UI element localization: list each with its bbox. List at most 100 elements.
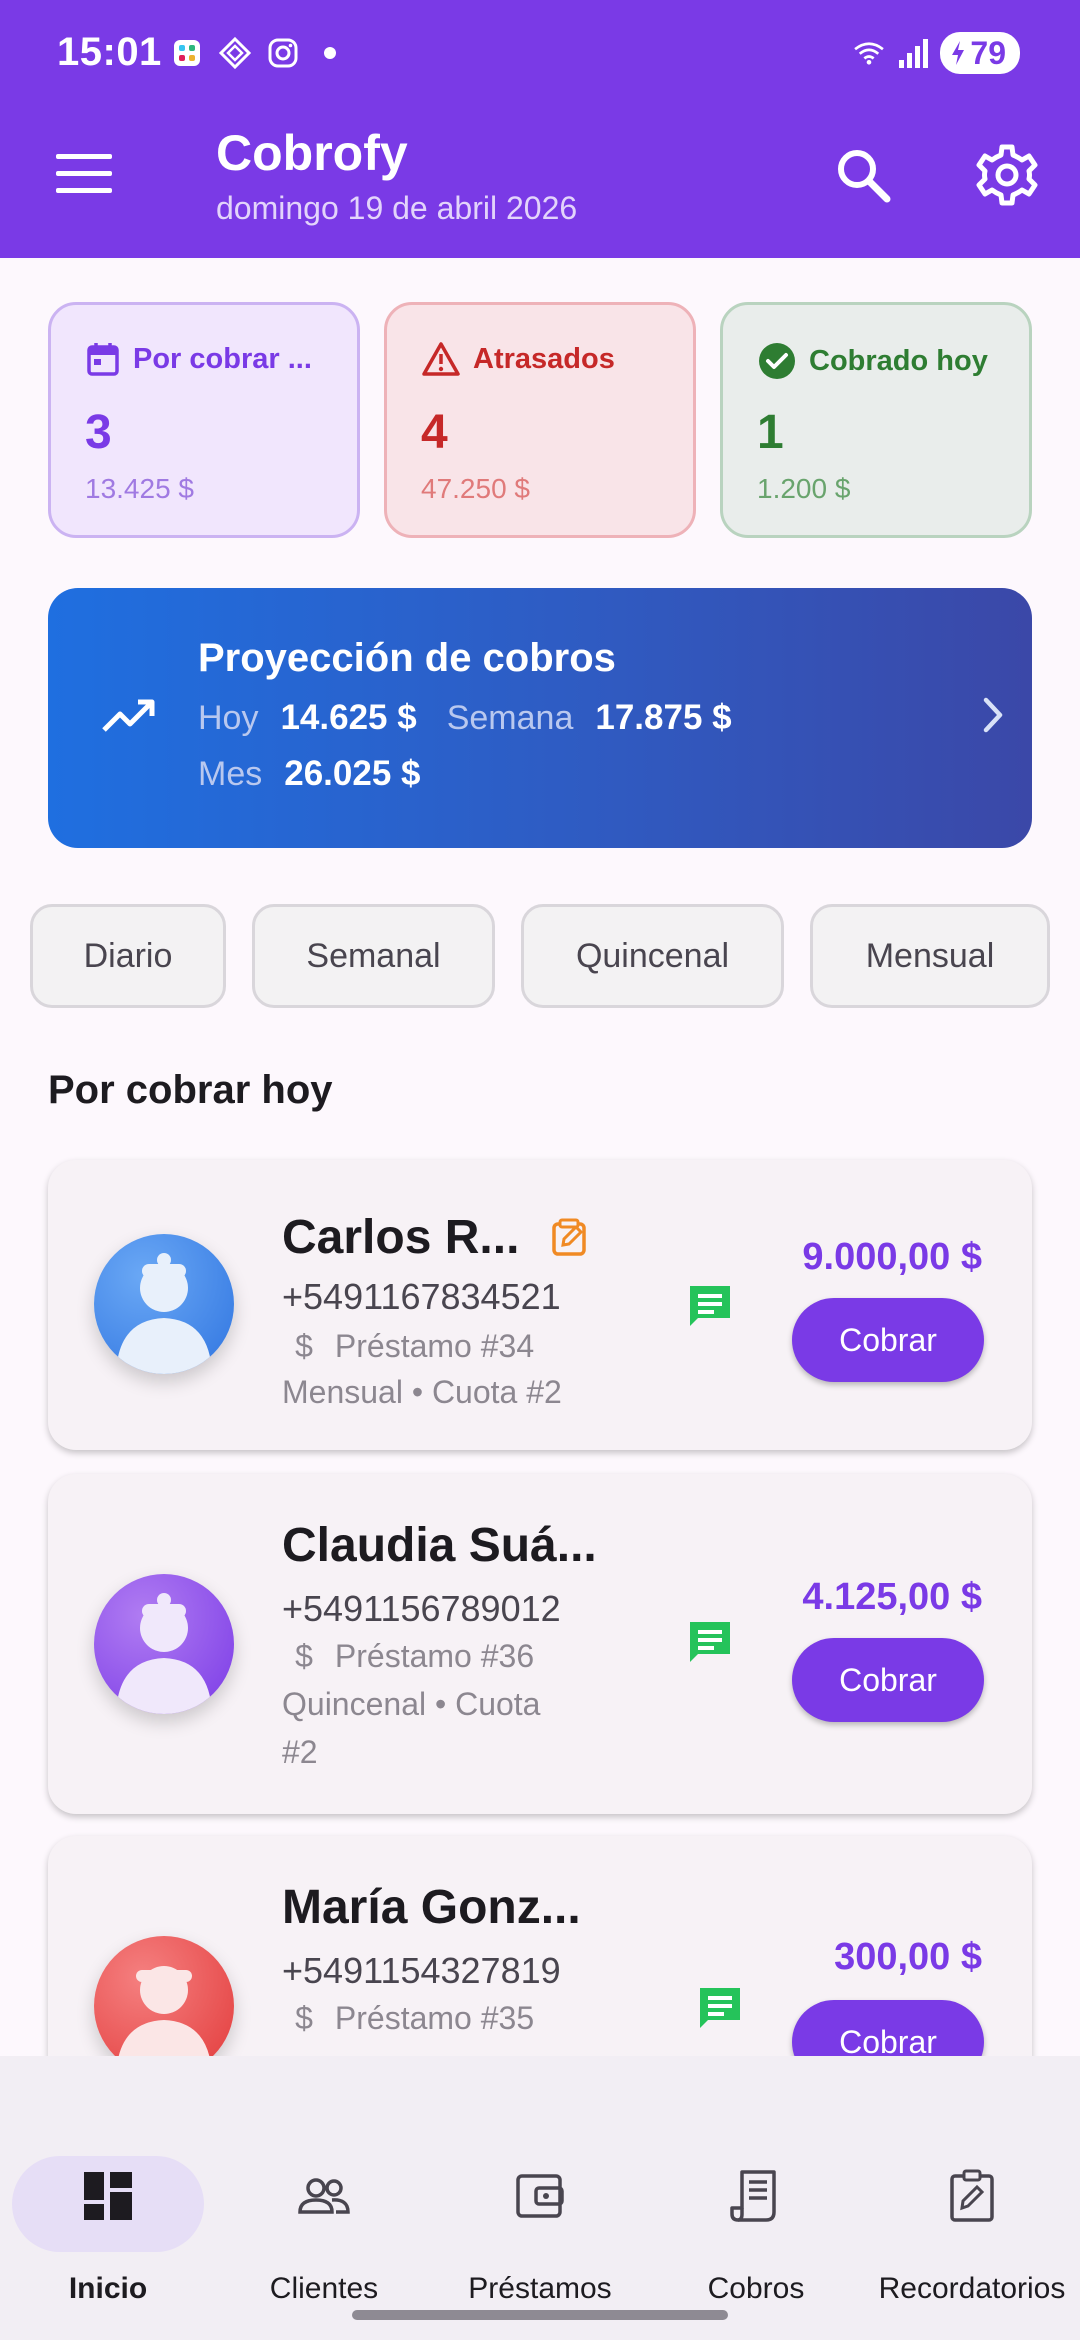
cobrar-button[interactable]: Cobrar — [792, 1638, 984, 1722]
receipt-icon — [730, 2170, 776, 2222]
battery-indicator: 79 — [940, 32, 1020, 74]
nav-label-cobros: Cobros — [707, 2272, 805, 2305]
filter-chip-diario[interactable]: Diario — [30, 904, 226, 1008]
menu-icon-line — [56, 188, 112, 193]
edit-note-icon[interactable] — [550, 1218, 590, 1258]
person-icon — [116, 1966, 212, 2076]
message-icon[interactable] — [684, 1280, 736, 1332]
slack-icon — [170, 36, 204, 70]
avatar — [94, 1574, 234, 1714]
customer-card[interactable]: Claudia Suá... +5491156789012 $ Préstamo… — [48, 1474, 1032, 1814]
settings-button[interactable] — [974, 142, 1040, 208]
loan-label: Préstamo #36 — [334, 1638, 535, 1674]
warning-icon — [422, 342, 460, 376]
nav-label-recordatorios: Recordatorios — [878, 2272, 1066, 2305]
trending-up-icon — [102, 699, 155, 732]
instagram-icon — [266, 36, 300, 70]
filter-chip-quincenal[interactable]: Quincenal — [521, 904, 784, 1008]
dollar-icon: $ — [295, 1328, 313, 1364]
cobrar-button[interactable]: Cobrar — [792, 1298, 984, 1382]
dollar-icon: $ — [295, 1638, 313, 1674]
paid-count: 1 — [757, 406, 784, 459]
gear-icon — [976, 144, 1038, 206]
late-summary-header: Atrasados — [421, 341, 615, 377]
pending-summary-header: Por cobrar ... — [85, 341, 312, 377]
projection-row-2: Mes 26.025 $ — [198, 754, 450, 794]
dollar-icon: $ — [295, 2000, 313, 2036]
notification-icons — [170, 36, 336, 70]
person-icon — [116, 1253, 212, 1374]
customer-phone: +5491167834521 — [282, 1276, 561, 1317]
system-icons: 79 — [852, 32, 1020, 74]
message-icon[interactable] — [694, 1982, 746, 2034]
nav-label-clientes: Clientes — [269, 2272, 379, 2305]
nav-label-inicio: Inicio — [68, 2272, 148, 2305]
loan-label: Préstamo #35 — [334, 2000, 535, 2036]
app-title: Cobrofy — [216, 125, 408, 181]
wallet-icon — [516, 2174, 564, 2218]
customer-name: Carlos R... — [282, 1211, 520, 1264]
menu-icon-line — [56, 171, 112, 176]
menu-icon-line — [56, 154, 112, 159]
loan-label: Préstamo #34 — [334, 1328, 535, 1364]
people-icon — [298, 2178, 350, 2214]
signal-icon — [896, 36, 930, 70]
projection-month-value: 26.025 $ — [284, 754, 421, 793]
diamond-app-icon — [218, 36, 252, 70]
customer-amount: 300,00 $ — [834, 1936, 982, 1978]
customer-phone: +5491156789012 — [282, 1588, 561, 1629]
wifi-icon — [852, 36, 886, 70]
calendar-icon — [87, 343, 119, 376]
nav-item-prestamos[interactable]: Préstamos — [432, 2104, 648, 2305]
nav-item-inicio[interactable]: Inicio — [0, 2104, 216, 2305]
search-icon — [838, 150, 891, 203]
customer-name: María Gonz... — [282, 1881, 581, 1934]
pending-summary-card[interactable]: Por cobrar ... 3 13.425 $ — [48, 302, 360, 538]
status-time: 15:01 — [57, 30, 162, 74]
projection-week-value: 17.875 $ — [595, 698, 732, 737]
clipboard-edit-icon — [950, 2169, 994, 2222]
nav-item-recordatorios[interactable]: Recordatorios — [864, 2104, 1080, 2305]
check-circle-icon — [759, 343, 795, 379]
projection-title: Proyección de cobros — [198, 636, 616, 680]
customer-meta: Quincenal • Cuota #2 — [282, 1686, 541, 1770]
pending-label: Por cobrar ... — [133, 342, 312, 375]
paid-amount: 1.200 $ — [757, 473, 851, 504]
person-icon — [116, 1593, 212, 1714]
chevron-right-icon — [983, 697, 1003, 733]
projection-today-value: 14.625 $ — [280, 698, 417, 737]
paid-summary-header: Cobrado hoy — [757, 341, 988, 381]
filter-chip-mensual[interactable]: Mensual — [810, 904, 1050, 1008]
customer-card[interactable]: Carlos R... +5491167834521 $ Préstamo #3… — [48, 1160, 1032, 1450]
customer-loan: $ Préstamo #34 — [282, 1328, 534, 1365]
pending-count: 3 — [85, 406, 112, 459]
dashboard-icon — [84, 2172, 132, 2220]
late-summary-card[interactable]: Atrasados 4 47.250 $ — [384, 302, 696, 538]
avatar — [94, 1234, 234, 1374]
menu-button[interactable] — [56, 154, 112, 194]
customer-meta: Mensual • Cuota #2 — [282, 1374, 562, 1410]
nav-item-cobros[interactable]: Cobros — [648, 2104, 864, 2305]
more-notifications-dot — [324, 47, 336, 59]
late-label: Atrasados — [473, 342, 615, 375]
top-app-bar: 15:01 79 Cobrofy domingo 19 de abril 202… — [0, 0, 1080, 258]
customer-name: Claudia Suá... — [282, 1519, 597, 1572]
late-amount: 47.250 $ — [421, 473, 530, 504]
app-date: domingo 19 de abril 2026 — [216, 190, 578, 226]
section-title: Por cobrar hoy — [48, 1068, 333, 1112]
message-icon[interactable] — [684, 1616, 736, 1668]
paid-today-summary-card[interactable]: Cobrado hoy 1 1.200 $ — [720, 302, 1032, 538]
paid-label: Cobrado hoy — [809, 344, 988, 377]
customer-loan: $ Préstamo #36 — [282, 1638, 534, 1675]
nav-item-clientes[interactable]: Clientes — [216, 2104, 432, 2305]
customer-amount: 4.125,00 $ — [802, 1576, 982, 1618]
avatar — [94, 1936, 234, 2076]
pending-amount: 13.425 $ — [85, 473, 194, 504]
projection-month-label: Mes — [198, 755, 263, 793]
home-indicator[interactable] — [352, 2310, 728, 2320]
customer-loan: $ Préstamo #35 — [282, 2000, 534, 2037]
search-button[interactable] — [832, 144, 894, 206]
projection-banner[interactable]: Proyección de cobros Hoy 14.625 $ Semana… — [48, 588, 1032, 848]
filter-chip-semanal[interactable]: Semanal — [252, 904, 495, 1008]
late-count: 4 — [421, 406, 448, 459]
